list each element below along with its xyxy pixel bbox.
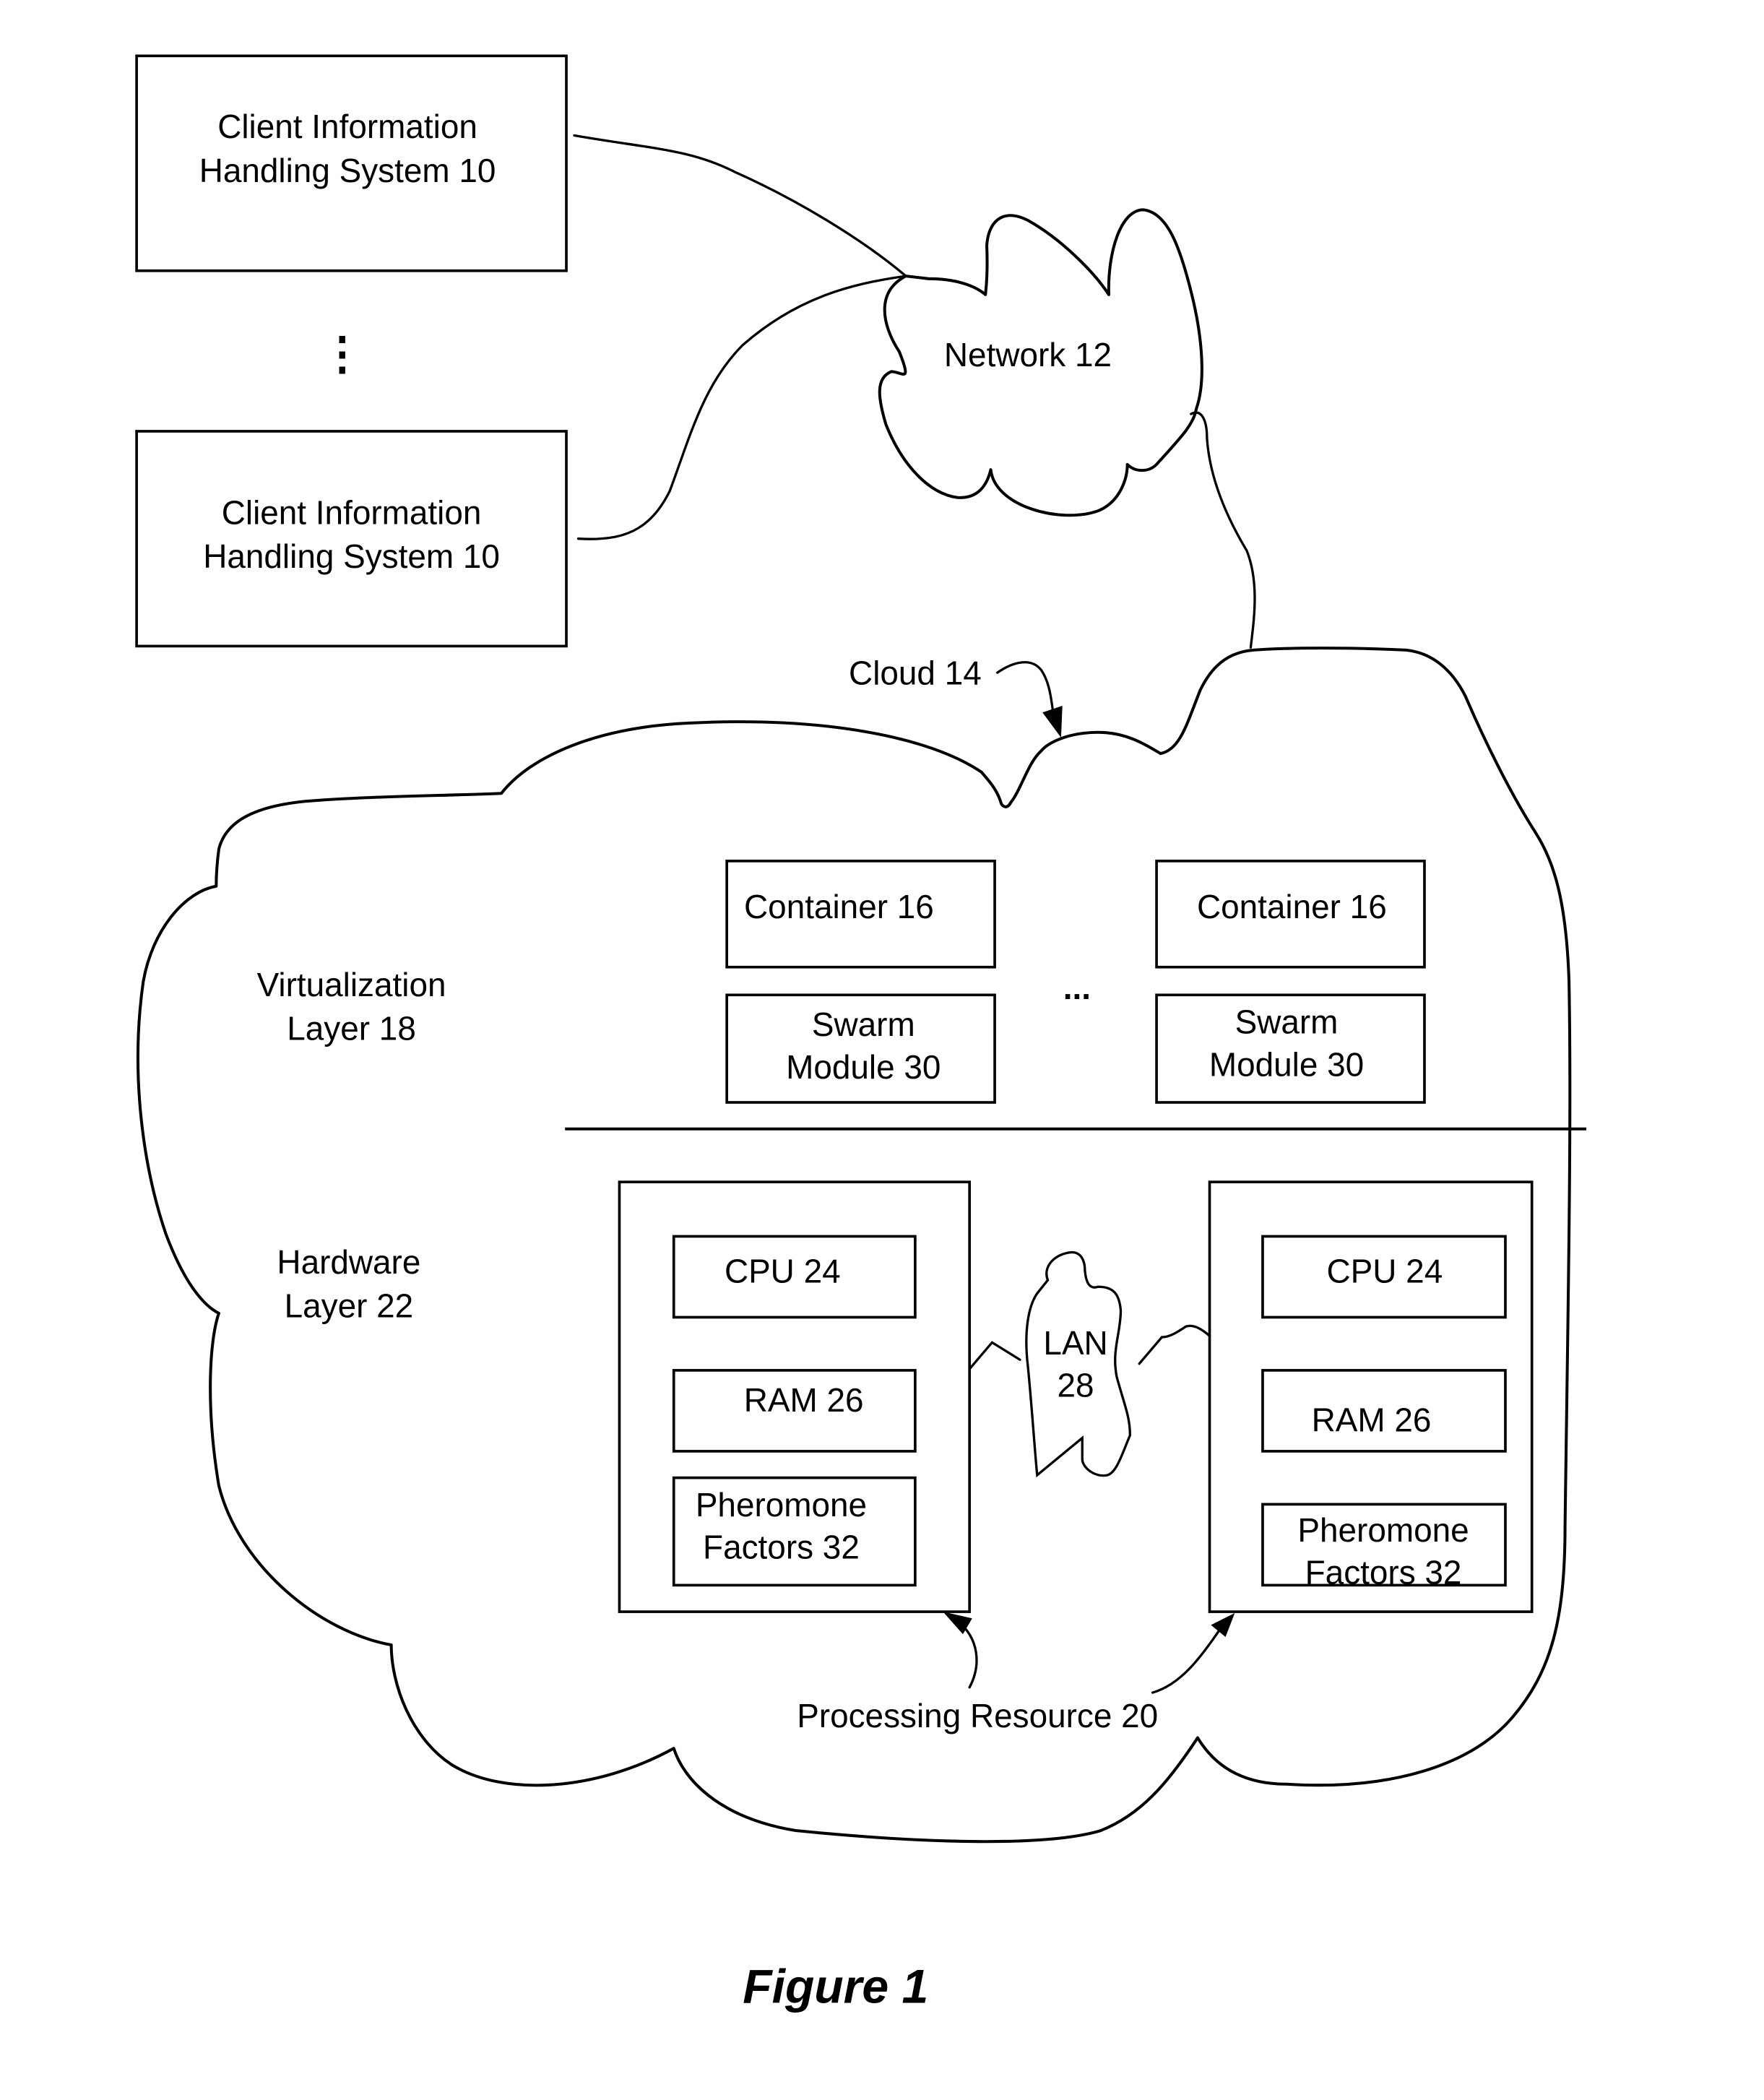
lan-link-left: [968, 1341, 1021, 1370]
cloud-label-arrowhead-icon: [1042, 706, 1063, 738]
cpu-2-label: CPU 24: [1327, 1253, 1443, 1290]
ram-2-label: RAM 26: [1312, 1401, 1432, 1438]
lan-cloud: LAN 28: [968, 1250, 1211, 1478]
client-system-1-line2: Handling System 10: [199, 152, 496, 189]
figure-1-diagram: Client Information Handling System 10 ⋮ …: [135, 54, 1586, 2014]
network-cloud: Network 12: [878, 208, 1203, 517]
ram-1-label: RAM 26: [744, 1381, 864, 1419]
swarm-module-1-line1: Swarm: [812, 1006, 915, 1043]
client-2-network-link: [576, 275, 907, 540]
hardware-layer-line1: Hardware: [277, 1243, 420, 1281]
figure-caption: Figure 1: [743, 1961, 928, 2014]
pheromone-factors-1-line2: Factors 32: [703, 1529, 860, 1566]
lan-label-line1: LAN: [1043, 1324, 1107, 1362]
pheromone-factors-2-line2: Factors 32: [1305, 1554, 1462, 1591]
pheromone-factors-2-line1: Pheromone: [1297, 1511, 1469, 1549]
client-system-2: Client Information Handling System 10: [135, 430, 568, 648]
network-cloud-link: [1190, 411, 1256, 649]
swarm-module-2-line2: Module 30: [1209, 1045, 1364, 1083]
client-system-1: Client Information Handling System 10: [135, 54, 568, 272]
container-group-1: Container 16 Swarm Module 30: [725, 860, 996, 1104]
swarm-module-1-line2: Module 30: [786, 1048, 941, 1086]
container-group-2: Container 16 Swarm Module 30: [1155, 860, 1426, 1104]
processing-resource-arrowhead-right-icon: [1211, 1612, 1235, 1637]
processing-resource-label: Processing Resource 20: [797, 1697, 1158, 1734]
client-1-network-link: [573, 134, 907, 277]
lan-cloud-outline: [1025, 1250, 1132, 1478]
containers-ellipsis: ...: [1063, 969, 1091, 1006]
clients-ellipsis: ⋮: [320, 329, 365, 379]
client-system-1-line1: Client Information: [217, 108, 477, 145]
processing-resource-2: CPU 24 RAM 26 Pheromone Factors 32: [1208, 1180, 1534, 1613]
network-label: Network 12: [944, 336, 1112, 373]
swarm-module-2-line1: Swarm: [1235, 1003, 1339, 1041]
cloud-label: Cloud 14: [849, 654, 982, 692]
hardware-layer-line2: Layer 22: [285, 1287, 414, 1324]
virtualization-layer-line1: Virtualization: [257, 966, 446, 1003]
processing-resource-leader-right: [1151, 1628, 1222, 1694]
pheromone-factors-1-line1: Pheromone: [696, 1486, 867, 1524]
container-1-label: Container 16: [744, 888, 934, 925]
processing-resource-1: CPU 24 RAM 26 Pheromone Factors 32: [618, 1180, 972, 1613]
lan-label-line2: 28: [1058, 1367, 1094, 1404]
cpu-1-label: CPU 24: [725, 1253, 841, 1290]
virtualization-layer-line2: Layer 18: [287, 1010, 416, 1047]
client-system-2-line2: Handling System 10: [203, 537, 500, 575]
lan-link-right: [1138, 1324, 1211, 1365]
client-system-2-line1: Client Information: [222, 493, 482, 531]
container-2-label: Container 16: [1197, 888, 1387, 925]
